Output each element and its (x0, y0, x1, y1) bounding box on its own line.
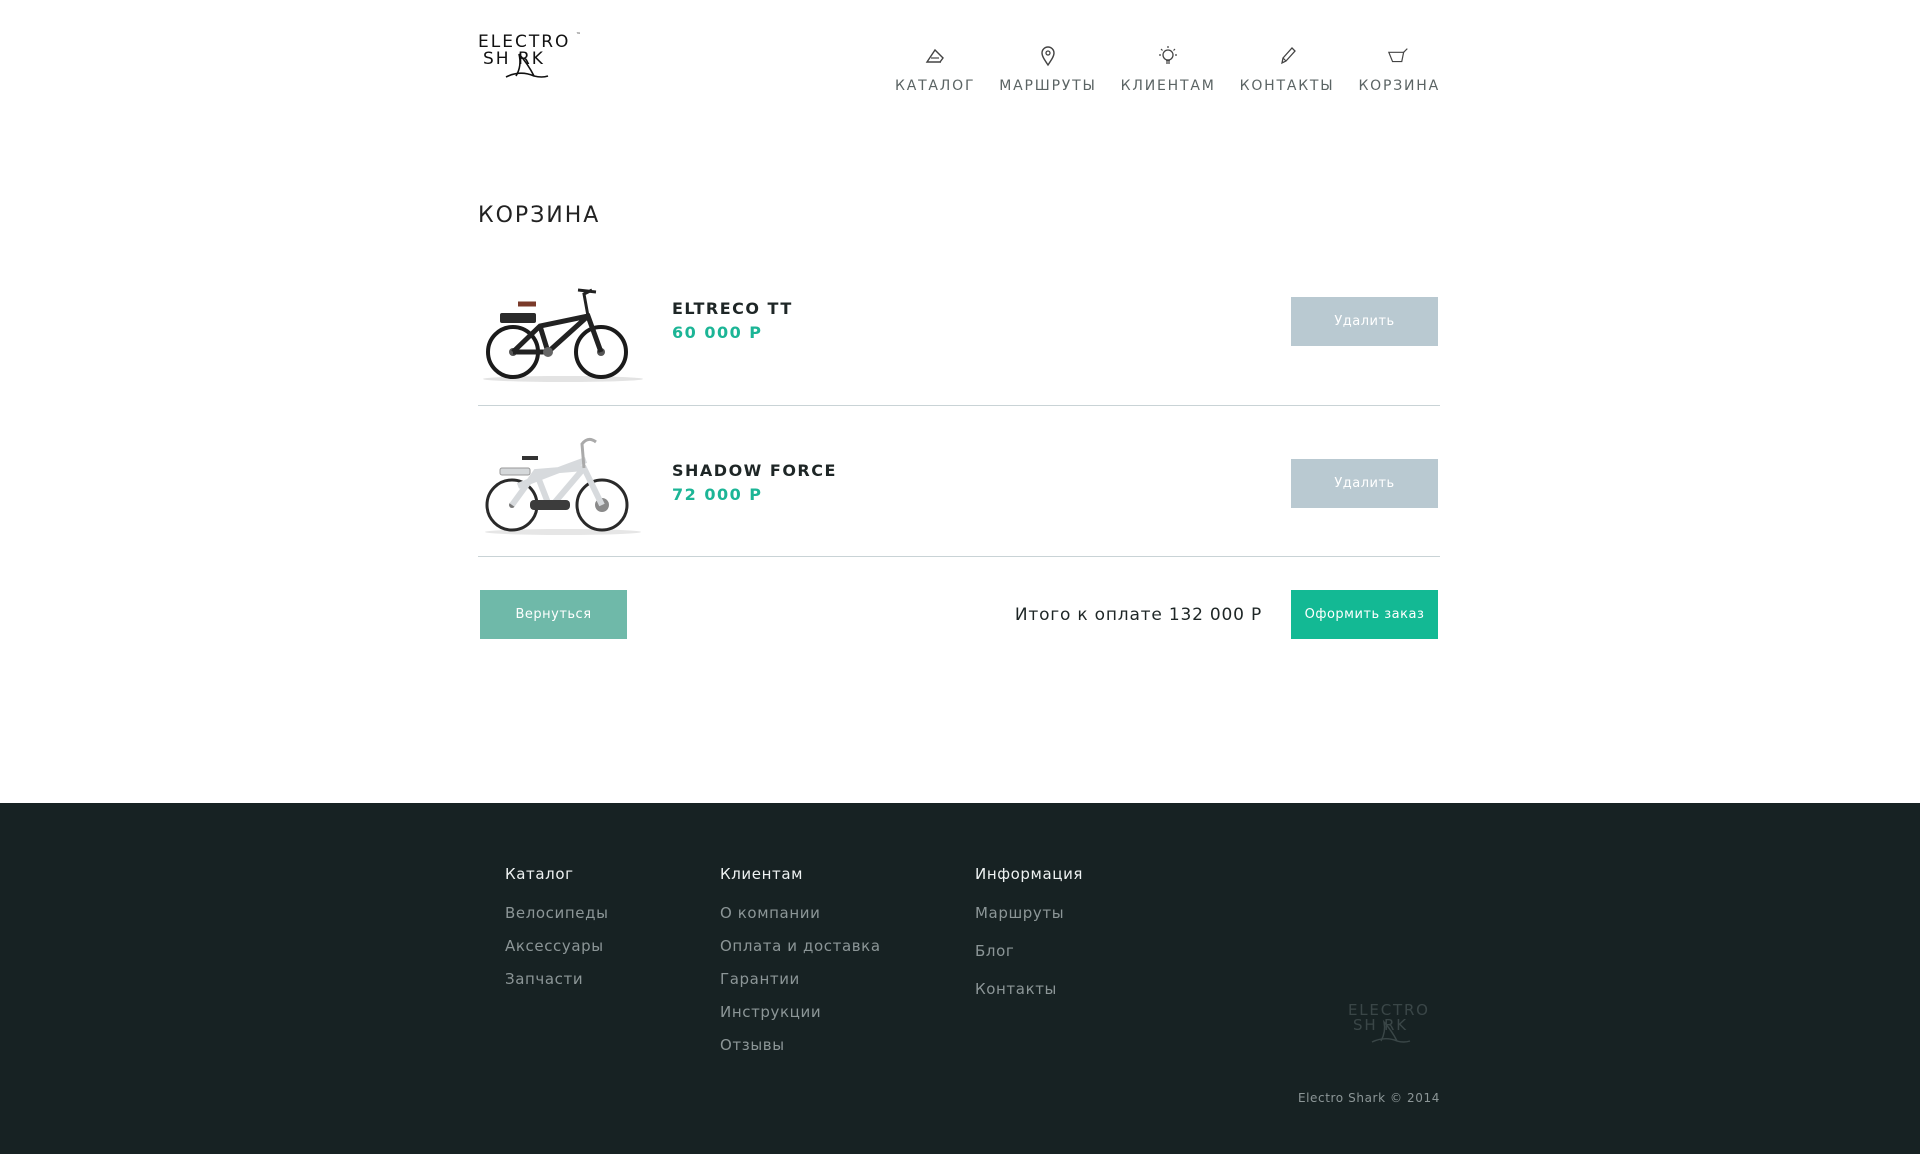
footer-logo: ELECTRO SH RK (1348, 1001, 1440, 1043)
nav-item-clients-label: КЛИЕНТАМ (1120, 78, 1216, 94)
footer-column-clients: Клиентам О компании Оплата и доставка Га… (720, 865, 881, 1069)
footer-link-reviews[interactable]: Отзывы (720, 1036, 881, 1054)
nav-item-routes[interactable]: МАРШРУТЫ (999, 44, 1096, 94)
footer-heading: Информация (975, 865, 1084, 883)
pencil-icon (1275, 44, 1299, 68)
cart-icon (1387, 44, 1411, 68)
footer-column-info: Информация Маршруты Блог Контакты (975, 865, 1083, 1018)
copyright: Electro Shark © 2014 (1297, 1091, 1440, 1105)
cart-item-name[interactable]: SHADOW FORCE (672, 461, 837, 480)
cart-item-price: 60 000 Р (672, 323, 763, 342)
delete-button[interactable]: Удалить (1291, 459, 1438, 508)
catalog-icon (923, 44, 947, 68)
nav-item-catalog[interactable]: КАТАЛОГ (895, 44, 975, 94)
white-electric-bicycle-image (485, 437, 641, 535)
footer-link-contacts[interactable]: Контакты (975, 980, 1083, 998)
cart-item: ELTRECO TT 60 000 Р Удалить (478, 270, 1440, 406)
footer-link-payment-delivery[interactable]: Оплата и доставка (720, 937, 881, 955)
nav-item-clients[interactable]: КЛИЕНТАМ (1121, 44, 1216, 94)
cart-item-name[interactable]: ELTRECO TT (672, 299, 793, 318)
footer-column-catalog: Каталог Велосипеды Аксессуары Запчасти (505, 865, 609, 1003)
footer-link-accessories[interactable]: Аксессуары (505, 937, 609, 955)
brand-logo[interactable]: ELECTRO SH RK ™ (478, 32, 582, 80)
footer-heading: Клиентам (720, 865, 804, 883)
main-nav: КАТАЛОГ МАРШРУТЫ КЛИЕНТАМ КОНТАКТЫ КОРЗИ… (871, 44, 1440, 94)
nav-item-cart-label: КОРЗИНА (1358, 78, 1440, 94)
nav-item-contacts-label: КОНТАКТЫ (1239, 78, 1335, 94)
cart-item: SHADOW FORCE 72 000 Р Удалить (478, 406, 1440, 557)
nav-item-contacts[interactable]: КОНТАКТЫ (1240, 44, 1335, 94)
page-title: КОРЗИНА (478, 203, 601, 228)
nav-item-catalog-label: КАТАЛОГ (894, 78, 976, 94)
back-button[interactable]: Вернуться (480, 590, 627, 639)
footer-link-about[interactable]: О компании (720, 904, 881, 922)
nav-item-cart[interactable]: КОРЗИНА (1358, 44, 1440, 94)
place-order-button[interactable]: Оформить заказ (1291, 590, 1438, 639)
footer-link-warranty[interactable]: Гарантии (720, 970, 881, 988)
footer-link-routes[interactable]: Маршруты (975, 904, 1083, 922)
footer-link-parts[interactable]: Запчасти (505, 970, 609, 988)
order-total: Итого к оплате 132 000 Р (1014, 605, 1262, 625)
shark-fin-icon (505, 53, 549, 78)
cart-item-price: 72 000 Р (672, 485, 763, 504)
delete-button[interactable]: Удалить (1291, 297, 1438, 346)
black-electric-bicycle-image (483, 288, 643, 382)
shark-fin-icon (1371, 1019, 1411, 1043)
footer-link-instructions[interactable]: Инструкции (720, 1003, 881, 1021)
footer-link-blog[interactable]: Блог (975, 942, 1083, 960)
nav-item-routes-label: МАРШРУТЫ (999, 78, 1097, 94)
footer-link-bicycles[interactable]: Велосипеды (505, 904, 609, 922)
map-pin-icon (1036, 44, 1060, 68)
footer-heading: Каталог (505, 865, 574, 883)
footer: Каталог Велосипеды Аксессуары Запчасти К… (0, 803, 1920, 1154)
lightbulb-icon (1156, 44, 1180, 68)
